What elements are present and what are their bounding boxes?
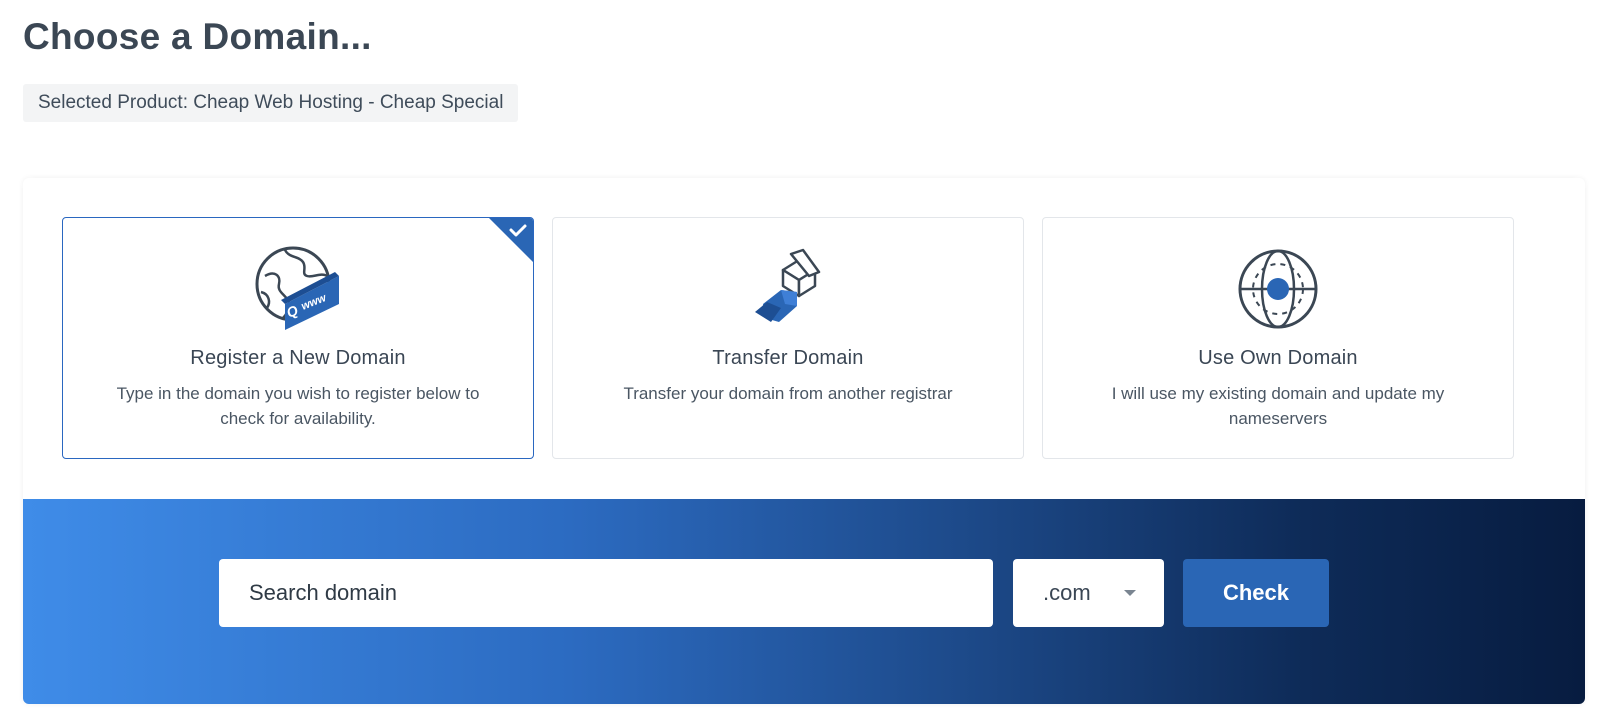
option-title: Transfer Domain [712,347,864,369]
page-title: Choose a Domain... [23,16,372,57]
globe-www-icon: Q www [255,246,339,330]
selected-product-badge: Selected Product: Cheap Web Hosting - Ch… [23,84,519,122]
option-title: Use Own Domain [1198,347,1358,369]
selected-check-icon [489,218,533,262]
option-register-domain[interactable]: Q www Register a New Domain Type in the … [62,217,534,459]
globe-target-icon [1238,249,1318,329]
option-description: Transfer your domain from another regist… [623,384,953,403]
option-transfer-domain[interactable]: Transfer Domain Transfer your domain fro… [552,217,1024,459]
search-domain-input[interactable] [219,559,993,627]
option-title: Register a New Domain [190,347,406,369]
domain-search-band: .com Check [23,499,1585,704]
tld-selected-value: .com [1043,580,1091,605]
tld-select[interactable]: .com [1013,559,1164,627]
option-use-own-domain[interactable]: Use Own Domain I will use my existing do… [1042,217,1514,459]
transfer-box-icon [755,248,821,322]
check-button[interactable]: Check [1183,559,1329,627]
option-description: I will use my existing domain and update… [1111,384,1445,428]
chevron-down-icon [1124,590,1136,596]
option-description: Type in the domain you wish to register … [116,384,480,428]
domain-panel: Q www Register a New Domain Type in the … [23,178,1585,704]
